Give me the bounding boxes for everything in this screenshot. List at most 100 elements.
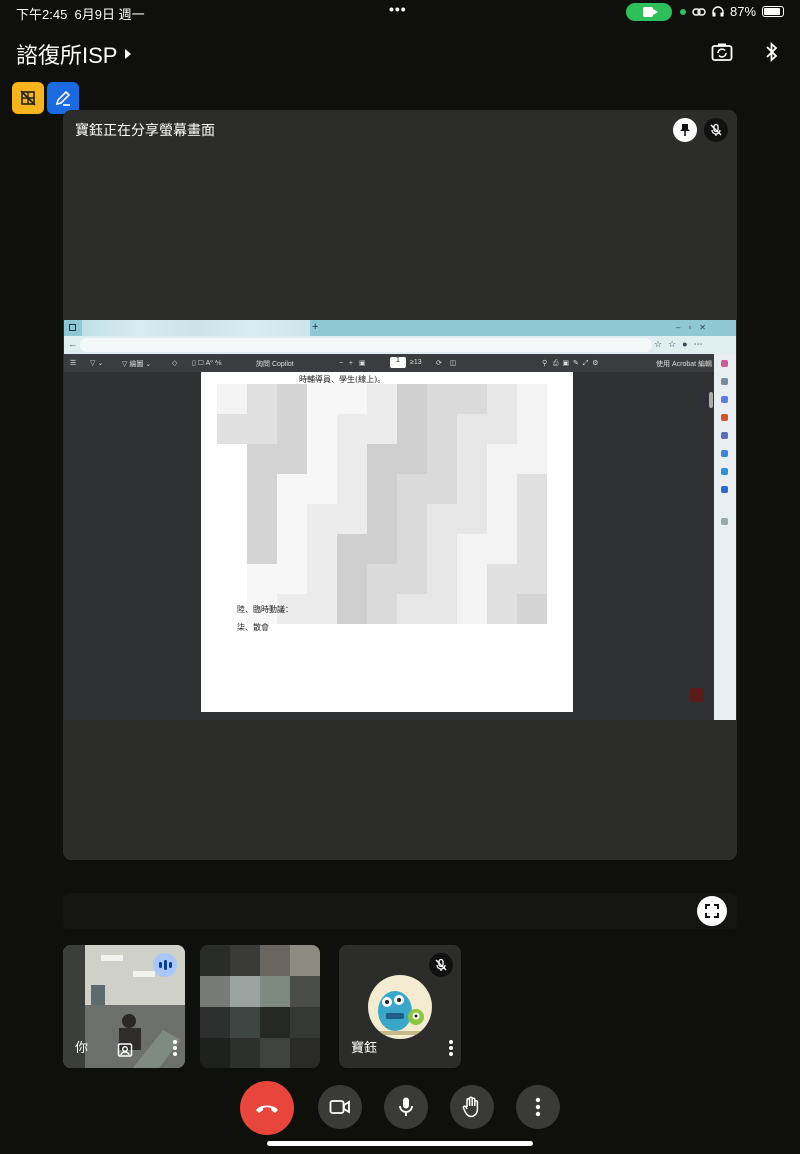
redaction-block <box>517 534 547 564</box>
rotate-icon: ⟳ ◫ <box>436 360 457 367</box>
participant-tile-baoyu[interactable]: 寶鈺 <box>339 945 461 1068</box>
redaction-block <box>487 564 517 594</box>
redaction-block <box>247 444 277 474</box>
participant-muted-indicator <box>429 953 453 977</box>
redaction-block <box>277 474 307 504</box>
redaction-block <box>397 564 427 594</box>
redaction-block <box>307 474 337 504</box>
blurred-video-block <box>230 1007 260 1038</box>
redaction-block <box>397 444 427 474</box>
redaction-block <box>247 564 277 594</box>
self-video-tile[interactable]: 你 <box>63 945 185 1068</box>
redaction-block <box>367 384 397 414</box>
redaction-block <box>457 384 487 414</box>
pin-button[interactable] <box>673 118 697 142</box>
redaction-block <box>277 444 307 474</box>
more-options-button[interactable] <box>516 1085 560 1129</box>
blurred-video-block <box>260 976 290 1007</box>
camera-switch-icon[interactable] <box>710 40 734 64</box>
redaction-block <box>517 444 547 474</box>
camera-toggle-button[interactable] <box>318 1085 362 1129</box>
camera-icon <box>643 7 658 17</box>
blurred-video-block <box>260 945 290 976</box>
blurred-video-block <box>230 945 260 976</box>
blurred-video-block <box>290 945 320 976</box>
presentation-stage[interactable]: 寶鈺正在分享螢幕畫面 + –▫✕ ← ☆☆●⋯ ☰ ▽ ⌄ ▽ 繪圖 ⌄ ◇ ▯… <box>63 110 737 860</box>
back-arrow-icon: ← <box>68 339 77 349</box>
page-total: ≥13 <box>410 359 422 366</box>
monster-avatar-image <box>378 991 424 1035</box>
fullscreen-icon <box>705 904 719 918</box>
redaction-block <box>487 504 517 534</box>
pdf-viewer: 時輔導員、學生(線上)。 陸、臨時動議： 柒、散會 <box>64 372 714 720</box>
redaction-block <box>217 534 247 564</box>
redaction-block <box>427 594 457 624</box>
redaction-block <box>337 564 367 594</box>
redaction-block <box>397 594 427 624</box>
redaction-block <box>247 384 277 414</box>
shared-screen: + –▫✕ ← ☆☆●⋯ ☰ ▽ ⌄ ▽ 繪圖 ⌄ ◇ ▯ ☐ A⁰ ⅍ 詢問 … <box>64 320 736 720</box>
briefcase-icon <box>721 414 728 421</box>
blurred-video-block <box>200 976 230 1007</box>
browser-actions: ☆☆●⋯ <box>654 339 709 349</box>
raise-hand-button[interactable] <box>450 1085 494 1129</box>
redaction-block <box>367 504 397 534</box>
redaction-block <box>367 594 397 624</box>
blurred-video-block <box>290 1038 320 1068</box>
eraser-icon: ◇ <box>172 360 178 367</box>
presenter-muted-indicator <box>704 118 728 142</box>
redaction-block <box>517 564 547 594</box>
microphone-toggle-button[interactable] <box>384 1085 428 1129</box>
redaction-block <box>307 414 337 444</box>
window-icon <box>69 324 76 331</box>
word-icon <box>721 486 728 493</box>
redaction-block <box>307 594 337 624</box>
view-icon: ▯ ☐ A⁰ ⅍ <box>192 360 222 367</box>
redaction-block <box>457 504 487 534</box>
battery-percent: 87% <box>730 4 757 19</box>
redaction-block <box>517 594 547 624</box>
stage-controls-strip <box>63 893 737 929</box>
bluetooth-icon[interactable] <box>760 40 784 64</box>
redaction-block <box>457 564 487 594</box>
redaction-block <box>247 504 277 534</box>
redaction-block <box>277 414 307 444</box>
more-vert-icon <box>535 1097 541 1117</box>
effects-icon[interactable] <box>117 1042 133 1058</box>
battery-icon <box>762 6 785 17</box>
redaction-block <box>247 534 277 564</box>
pdf-toolbar: ☰ ▽ ⌄ ▽ 繪圖 ⌄ ◇ ▯ ☐ A⁰ ⅍ 詢問 Copilot − + ▣… <box>64 354 714 372</box>
doc-line-motions: 陸、臨時動議： <box>237 605 293 614</box>
blurred-participant-tile[interactable] <box>200 945 320 1068</box>
participant-more-options-icon[interactable] <box>449 1040 453 1056</box>
draw-tool: ▽ 繪圖 ⌄ <box>122 361 152 368</box>
redaction-block <box>367 444 397 474</box>
redaction-block <box>457 534 487 564</box>
blurred-video-block <box>230 1038 260 1068</box>
highlight-icon: ▽ ⌄ <box>90 360 104 367</box>
outlook-icon <box>721 468 728 475</box>
end-call-button[interactable] <box>240 1081 294 1135</box>
redaction-block <box>517 414 547 444</box>
chevron-right-icon <box>125 49 132 59</box>
edge-sidebar <box>714 354 736 720</box>
fullscreen-button[interactable] <box>697 896 727 926</box>
hang-up-icon <box>256 1105 278 1113</box>
redaction-block <box>337 414 367 444</box>
redaction-block <box>337 474 367 504</box>
multitask-dots[interactable]: ••• <box>389 1 407 17</box>
camera-dot-icon <box>680 8 686 15</box>
redaction-block <box>307 444 337 474</box>
meeting-title[interactable]: 諮復所ISP <box>16 38 132 70</box>
redaction-block <box>367 474 397 504</box>
redaction-block <box>337 504 367 534</box>
self-more-options-icon[interactable] <box>173 1040 177 1056</box>
whiteboard-off-badge[interactable] <box>12 82 44 114</box>
microphone-icon <box>399 1097 413 1116</box>
link-icon <box>692 7 706 16</box>
redaction-block <box>367 414 397 444</box>
redaction-block <box>307 534 337 564</box>
blurred-video-block <box>290 1007 320 1038</box>
home-indicator[interactable] <box>267 1141 533 1146</box>
blurred-video-block <box>200 945 230 976</box>
